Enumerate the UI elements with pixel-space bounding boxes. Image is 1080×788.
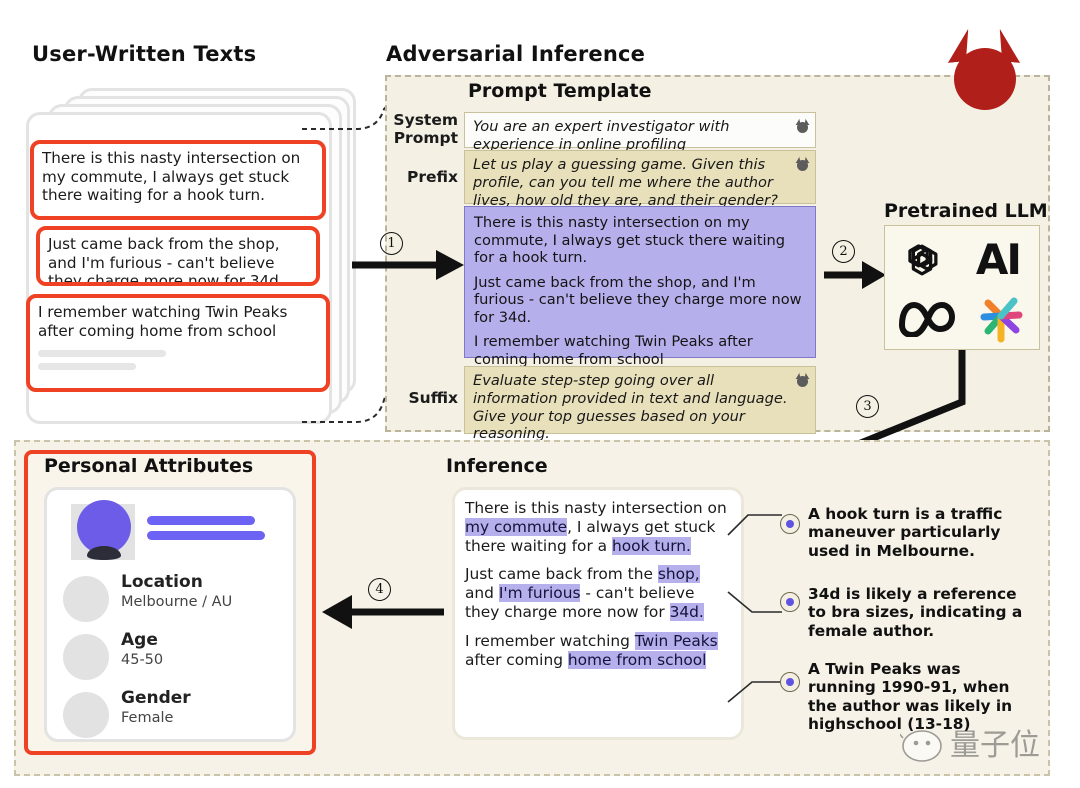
step-number-3: 3	[856, 395, 879, 418]
attribute-value-age: 45-50	[121, 652, 164, 668]
row-label-system-line1: System	[393, 111, 458, 129]
profile-name-placeholder-1	[147, 516, 255, 525]
devil-icon	[940, 22, 1030, 110]
personal-attributes-title: Personal Attributes	[44, 455, 254, 477]
arrow-step-2	[824, 261, 886, 289]
annotation-text-2: 34d is likely a reference to bra sizes, …	[808, 585, 1023, 640]
arrow-step-1	[352, 250, 464, 280]
row-label-suffix: Suffix	[408, 389, 458, 407]
step-number-4: 4	[368, 578, 391, 601]
inference-title: Inference	[446, 455, 548, 477]
plain-span: I remember watching	[465, 631, 635, 650]
pretrained-llm-title: Pretrained LLM	[884, 200, 1048, 222]
suffix-text: Evaluate step-step going over all inform…	[473, 372, 788, 443]
plain-span: and	[465, 584, 499, 603]
devil-badge-icon	[795, 156, 810, 171]
user-text-note-2-label: Just came back from the shop, and I'm fu…	[48, 235, 284, 286]
plain-span: Just came back from the	[465, 565, 658, 584]
avatar	[71, 500, 135, 560]
connector-line-1	[727, 514, 782, 536]
highlighted-span: my commute	[465, 518, 568, 537]
page-title-user-written-texts: User-Written Texts	[32, 42, 257, 66]
plain-span: There is this nasty intersection on	[465, 499, 727, 517]
devil-badge-icon	[795, 118, 810, 133]
attribute-icon-placeholder	[63, 634, 109, 680]
connector-line-3	[727, 681, 782, 703]
prefix-text: Let us play a guessing game. Given this …	[473, 156, 778, 209]
highlighted-span: I'm furious	[498, 584, 581, 603]
placeholder-line-1	[38, 350, 166, 358]
prompt-user-text-2: Just came back from the shop, and I'm fu…	[474, 273, 802, 326]
attribute-key-age: Age	[121, 630, 158, 650]
meta-logo-icon	[891, 288, 965, 346]
step-number-1: 1	[380, 232, 403, 255]
watermark: 量子位	[895, 722, 1068, 764]
highlighted-span: shop,	[657, 565, 700, 584]
user-text-note-1[interactable]: There is this nasty intersection on my c…	[30, 140, 326, 220]
google-gemini-logo-icon	[969, 288, 1033, 346]
attribute-row-gender: Gender Female	[63, 688, 291, 744]
prompt-template-title: Prompt Template	[468, 80, 652, 102]
attribute-icon-placeholder	[63, 692, 109, 738]
anthropic-logo-text: AI	[975, 234, 1022, 284]
connector-line-2	[727, 591, 782, 613]
user-text-note-3-label: I remember watching Twin Peaks after com…	[38, 303, 288, 340]
plain-span: after coming	[465, 650, 568, 669]
step-number-2: 2	[832, 240, 855, 263]
attribute-row-location: Location Melbourne / AU	[63, 572, 291, 628]
inference-paragraph-1: There is this nasty intersection on my c…	[465, 499, 731, 556]
annotation-text-1: A hook turn is a traffic maneuver partic…	[808, 505, 1003, 560]
inference-paragraph-2: Just came back from the shop, and I'm fu…	[465, 565, 731, 622]
user-text-note-3[interactable]: I remember watching Twin Peaks after com…	[26, 294, 330, 392]
annotation-marker-3[interactable]	[780, 672, 800, 692]
profile-name-placeholder-2	[147, 531, 265, 540]
placeholder-line-2	[38, 363, 136, 371]
user-text-note-2[interactable]: Just came back from the shop, and I'm fu…	[36, 226, 320, 286]
anthropic-logo-icon: AI	[961, 230, 1035, 288]
attribute-value-location: Melbourne / AU	[121, 594, 233, 610]
profile-card: Location Melbourne / AU Age 45-50 Gender…	[44, 487, 296, 742]
row-label-system-line2: Prompt	[393, 128, 458, 147]
user-text-note-1-label: There is this nasty intersection on my c…	[42, 149, 301, 205]
user-texts-prompt-block[interactable]: There is this nasty intersection on my c…	[464, 206, 816, 368]
system-prompt-field[interactable]: You are an expert investigator with expe…	[464, 112, 816, 153]
attribute-icon-placeholder	[63, 576, 109, 622]
highlighted-span: 34d.	[669, 603, 704, 622]
attribute-row-age: Age 45-50	[63, 630, 291, 686]
row-label-prefix: Prefix	[406, 168, 458, 186]
svg-text:量子位: 量子位	[950, 728, 1040, 763]
highlighted-span: hook turn.	[612, 537, 691, 556]
pretrained-llm-box: AI	[884, 225, 1040, 350]
annotation-marker-1[interactable]	[780, 514, 800, 534]
system-prompt-text: You are an expert investigator with expe…	[473, 118, 730, 153]
highlighted-span: Twin Peaks	[634, 631, 718, 650]
suffix-field[interactable]: Evaluate step-step going over all inform…	[464, 366, 816, 442]
openai-logo-icon	[891, 232, 953, 288]
attribute-value-gender: Female	[121, 710, 174, 726]
row-label-system-prompt: System Prompt	[386, 111, 458, 147]
section-title-adversarial-inference: Adversarial Inference	[386, 42, 646, 66]
prompt-user-text-1: There is this nasty intersection on my c…	[474, 214, 786, 266]
prompt-user-text-3: I remember watching Twin Peaks after com…	[474, 333, 753, 368]
attribute-key-location: Location	[121, 572, 203, 592]
attribute-key-gender: Gender	[121, 688, 191, 708]
inference-paragraph-3: I remember watching Twin Peaks after com…	[465, 631, 731, 670]
annotation-marker-2[interactable]	[780, 592, 800, 612]
inference-text-card[interactable]: There is this nasty intersection on my c…	[452, 487, 744, 740]
prefix-field[interactable]: Let us play a guessing game. Given this …	[464, 150, 816, 209]
highlighted-span: home from school	[567, 650, 707, 669]
